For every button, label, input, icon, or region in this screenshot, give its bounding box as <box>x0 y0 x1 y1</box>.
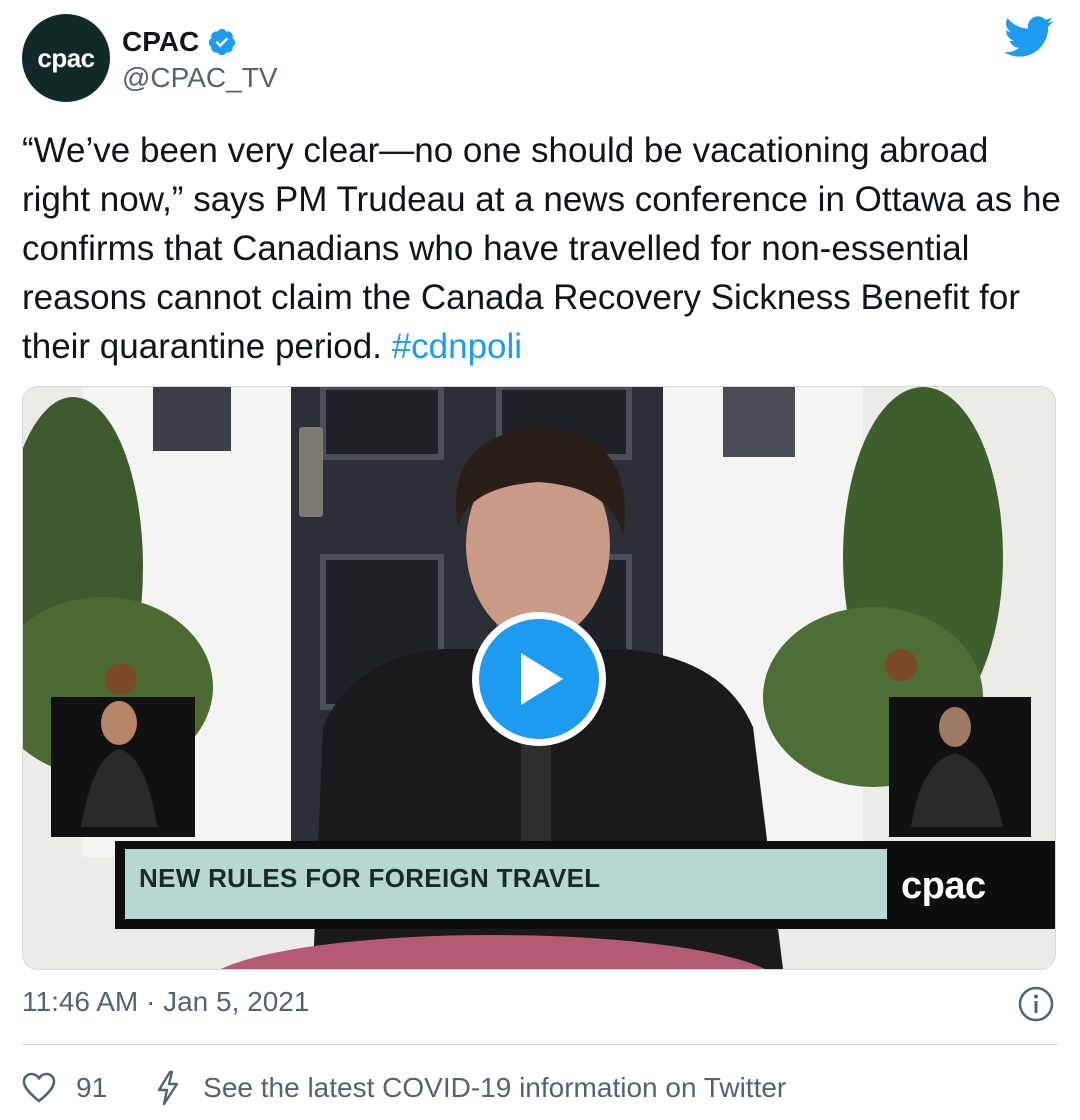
heart-icon <box>22 1072 56 1103</box>
twitter-bird-icon[interactable] <box>1004 16 1054 58</box>
avatar-logo-text: cpac <box>37 42 95 73</box>
tweet-text: “We’ve been very clear—no one should be … <box>22 126 1062 371</box>
lower-third-logo: cpac <box>901 865 986 907</box>
author-name-link[interactable]: CPAC <box>122 26 237 58</box>
avatar[interactable]: cpac <box>22 14 110 102</box>
lightning-icon <box>157 1070 179 1106</box>
play-button[interactable] <box>472 612 606 746</box>
tweet-actions: 91 See the latest COVID-19 information o… <box>22 1064 786 1112</box>
verified-badge-icon <box>209 28 236 56</box>
tweet-timestamp[interactable]: 11:46 AM · Jan 5, 2021 <box>22 986 309 1018</box>
hashtag-link[interactable]: #cdnpoli <box>392 327 522 366</box>
lower-third-title: NEW RULES FOR FOREIGN TRAVEL <box>139 863 601 893</box>
covid-info-text: See the latest COVID-19 information on T… <box>203 1072 787 1103</box>
covid-info-link[interactable]: See the latest COVID-19 information on T… <box>155 1070 786 1106</box>
author-handle[interactable]: @CPAC_TV <box>122 62 278 94</box>
video-player[interactable]: NEW RULES FOR FOREIGN TRAVEL cpac <box>22 386 1056 970</box>
author-name: CPAC <box>122 26 200 57</box>
tweet-body: “We’ve been very clear—no one should be … <box>22 131 1061 366</box>
info-icon[interactable] <box>1018 986 1054 1022</box>
like-count: 91 <box>76 1072 108 1103</box>
play-icon <box>521 653 563 705</box>
divider <box>22 1044 1058 1045</box>
like-button[interactable]: 91 <box>22 1072 107 1104</box>
